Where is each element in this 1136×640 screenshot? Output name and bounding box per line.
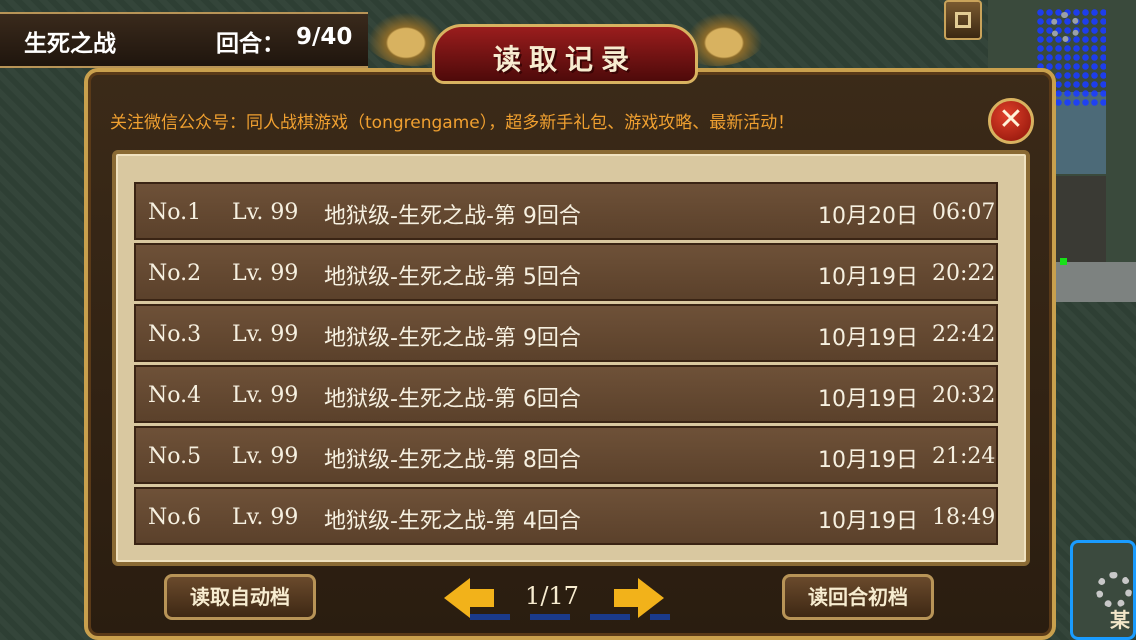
slot-time: 21:24 <box>932 444 996 469</box>
slot-name: 地狱级-生死之战-第 5回合 <box>324 265 581 290</box>
slot-name: 地狱级-生死之战-第 9回合 <box>324 326 581 351</box>
dialog-header: 读取记录 <box>362 0 768 92</box>
slot-time: 06:07 <box>932 200 996 225</box>
load-round-start-button[interactable]: 读回合初档 <box>782 574 934 620</box>
slot-level: Lv. 99 <box>232 322 299 347</box>
slot-name: 地狱级-生死之战-第 6回合 <box>324 387 581 412</box>
dialog-title: 读取记录 <box>492 43 637 76</box>
save-slot[interactable]: No.6 Lv. 99 地狱级-生死之战-第 4回合 10月19日 18:49 <box>134 487 998 545</box>
save-slot[interactable]: No.4 Lv. 99 地狱级-生死之战-第 6回合 10月19日 20:32 <box>134 365 998 423</box>
slot-number: No.5 <box>148 444 202 469</box>
slot-name: 地狱级-生死之战-第 8回合 <box>324 448 581 473</box>
battle-title: 生死之战 <box>24 31 116 57</box>
slot-time: 22:42 <box>932 322 996 347</box>
load-auto-save-button[interactable]: 读取自动档 <box>164 574 316 620</box>
slot-date: 10月20日 <box>818 204 918 229</box>
arrow-left-shaft <box>468 589 494 607</box>
slot-level: Lv. 99 <box>232 200 299 225</box>
slot-date: 10月19日 <box>818 326 918 351</box>
save-slot[interactable]: No.3 Lv. 99 地狱级-生死之战-第 9回合 10月19日 22:42 <box>134 304 998 362</box>
page-decor <box>470 614 670 620</box>
slot-time: 18:49 <box>932 505 996 530</box>
arrow-right-shaft <box>614 589 640 607</box>
minimap-ally-marker <box>1060 258 1067 265</box>
round-counter: 9/40 <box>296 24 353 50</box>
save-slot[interactable]: No.1 Lv. 99 地狱级-生死之战-第 9回合 10月20日 06:07 <box>134 182 998 240</box>
slot-time: 20:32 <box>932 383 996 408</box>
slot-number: No.6 <box>148 505 202 530</box>
slot-date: 10月19日 <box>818 265 918 290</box>
side-menu-label: 某 <box>1110 608 1130 632</box>
slot-name: 地狱级-生死之战-第 4回合 <box>324 509 581 534</box>
slot-date: 10月19日 <box>818 387 918 412</box>
close-icon: ✕ <box>998 102 1024 137</box>
game-screen: 生死之战 回合： 9/40 某 读取记录 关注微信公众号：同人战棋游戏（tong… <box>0 0 1136 640</box>
slot-number: No.4 <box>148 383 202 408</box>
close-button[interactable]: ✕ <box>988 98 1034 144</box>
wechat-notice: 关注微信公众号：同人战棋游戏（tongrengame），超多新手礼包、游戏攻略、… <box>110 113 795 133</box>
menu-button[interactable] <box>944 0 982 40</box>
minimap-gear-icon <box>1050 12 1080 42</box>
slot-date: 10月19日 <box>818 509 918 534</box>
slot-number: No.2 <box>148 261 202 286</box>
next-page-button[interactable] <box>612 578 664 618</box>
gear-icon <box>1096 572 1132 608</box>
arrow-right-icon <box>638 578 664 618</box>
arrow-left-icon <box>444 578 470 618</box>
round-label: 回合： <box>216 31 285 57</box>
page-indicator: 1/17 <box>525 582 579 610</box>
slot-level: Lv. 99 <box>232 383 299 408</box>
slot-time: 20:22 <box>932 261 996 286</box>
slot-number: No.1 <box>148 200 202 225</box>
slot-name: 地狱级-生死之战-第 9回合 <box>324 204 581 229</box>
slot-level: Lv. 99 <box>232 444 299 469</box>
slot-date: 10月19日 <box>818 448 918 473</box>
minimap-stone <box>1044 262 1136 302</box>
battle-status-bar: 生死之战 回合： 9/40 <box>0 12 368 68</box>
slot-level: Lv. 99 <box>232 505 299 530</box>
save-slot[interactable]: No.5 Lv. 99 地狱级-生死之战-第 8回合 10月19日 21:24 <box>134 426 998 484</box>
menu-icon <box>955 12 971 28</box>
slot-number: No.3 <box>148 322 202 347</box>
save-slot[interactable]: No.2 Lv. 99 地狱级-生死之战-第 5回合 10月19日 20:22 <box>134 243 998 301</box>
slot-level: Lv. 99 <box>232 261 299 286</box>
prev-page-button[interactable] <box>444 578 496 618</box>
